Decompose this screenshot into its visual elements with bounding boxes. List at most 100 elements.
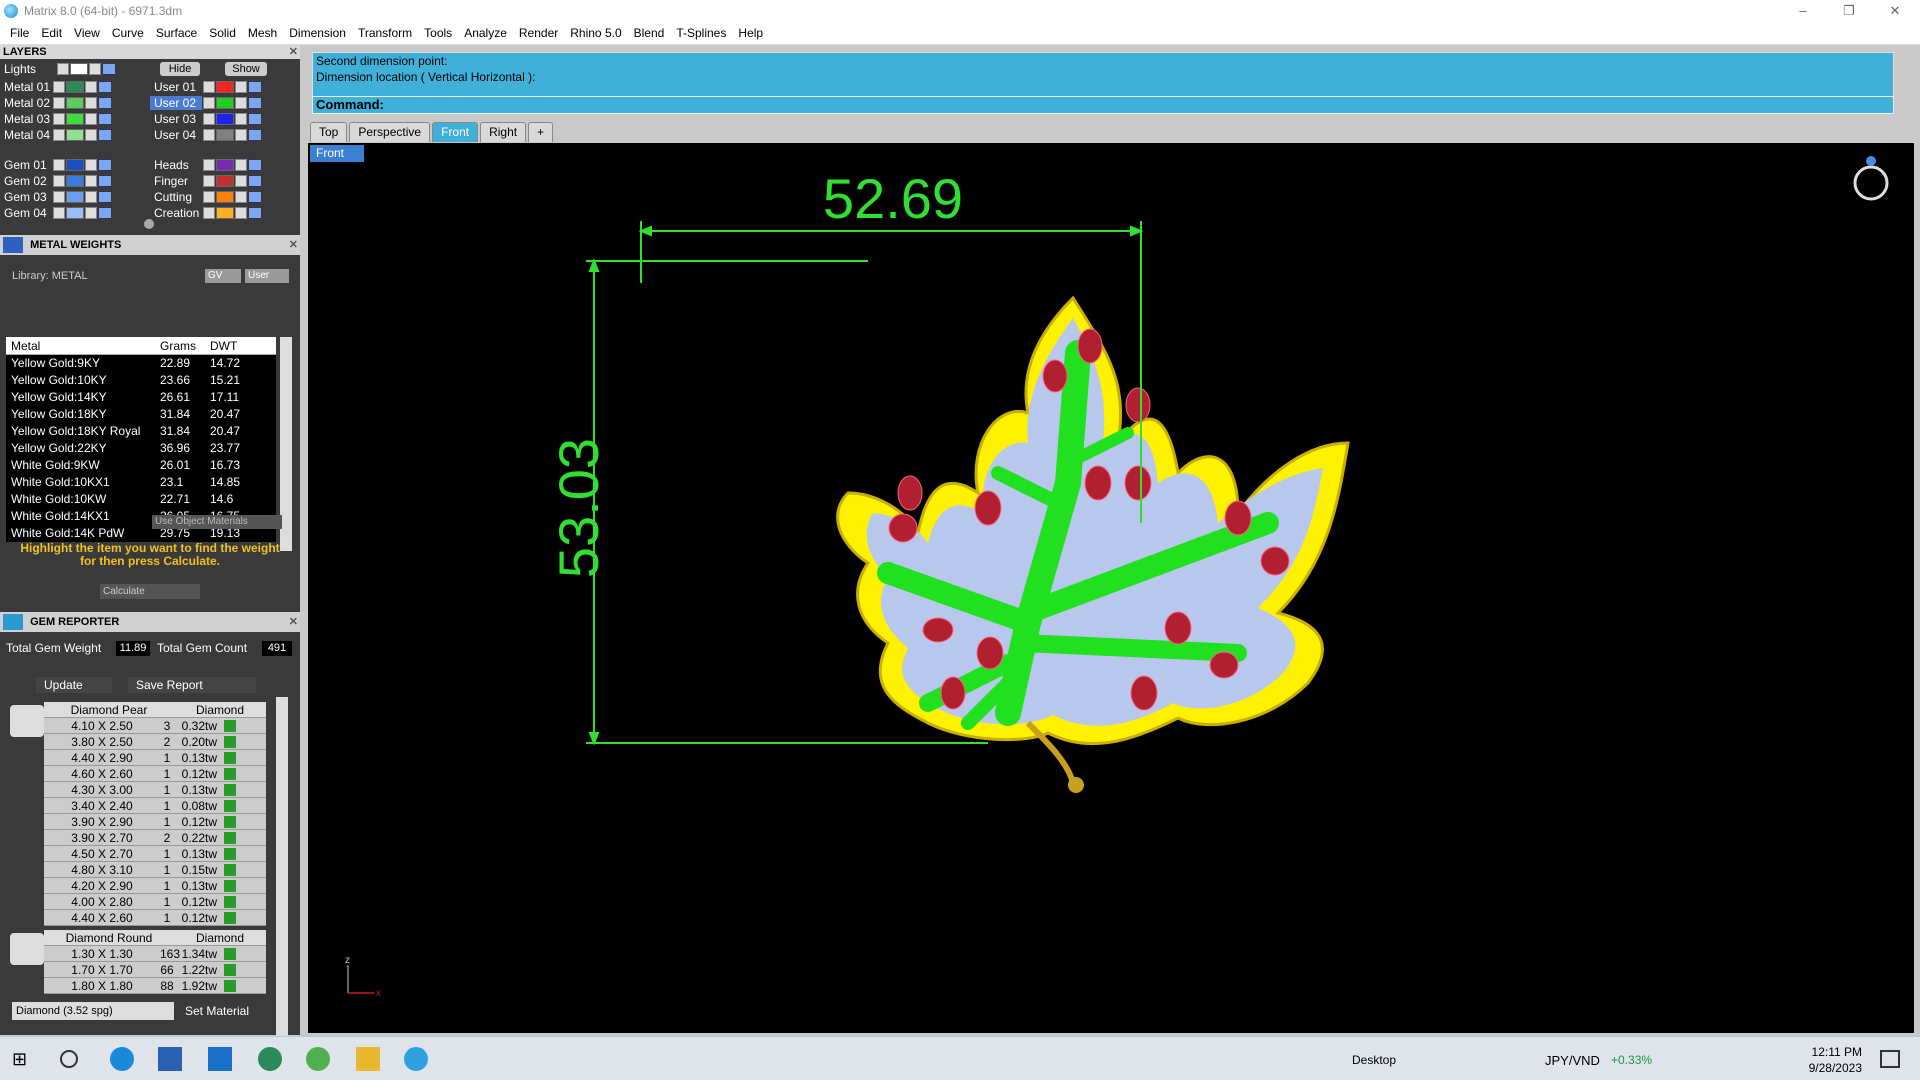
visibility-icon[interactable] [98, 97, 112, 109]
lock-icon[interactable] [235, 207, 247, 219]
layer-arrow-icon[interactable] [203, 81, 215, 93]
tab-top[interactable]: Top [310, 122, 348, 142]
minimize-button[interactable]: – [1780, 0, 1826, 21]
layer-row[interactable]: User 04 [150, 127, 262, 143]
table-row[interactable]: Yellow Gold:14KY 26.61 17.11 [6, 389, 276, 406]
visibility-icon[interactable] [98, 81, 112, 93]
layer-row[interactable]: Gem 01 [0, 157, 112, 173]
menu-surface[interactable]: Surface [150, 26, 203, 40]
layer-color-swatch[interactable] [66, 97, 84, 109]
table-row[interactable]: Yellow Gold:9KY 22.89 14.72 [6, 355, 276, 372]
layer-arrow-icon[interactable] [53, 159, 65, 171]
lights-swatch[interactable] [70, 63, 88, 75]
layer-name[interactable]: User 02 [150, 96, 202, 110]
gem-row[interactable]: 4.10 X 2.50 3 0.32tw [44, 718, 266, 734]
col-metal[interactable]: Metal [6, 337, 156, 354]
select-arrow-icon[interactable] [224, 896, 236, 908]
lock-icon[interactable] [235, 97, 247, 109]
gem-row[interactable]: 4.80 X 3.10 1 0.15tw [44, 862, 266, 878]
layer-arrow-icon[interactable] [203, 97, 215, 109]
close-button[interactable]: ✕ [1872, 0, 1918, 21]
lock-icon[interactable] [235, 129, 247, 141]
layer-arrow-icon[interactable] [53, 113, 65, 125]
update-button[interactable]: Update [36, 677, 112, 693]
layer-color-swatch[interactable] [66, 175, 84, 187]
visibility-icon[interactable] [98, 175, 112, 187]
lock-icon[interactable] [235, 175, 247, 187]
use-object-materials-toggle[interactable]: Use Object Materials [152, 515, 282, 529]
lock-icon[interactable] [235, 191, 247, 203]
table-row[interactable]: Yellow Gold:22KY 36.96 23.77 [6, 440, 276, 457]
menu-render[interactable]: Render [513, 26, 564, 40]
select-arrow-icon[interactable] [224, 720, 236, 732]
add-tab-button[interactable]: + [528, 122, 554, 142]
set-material-button[interactable]: Set Material [185, 1002, 280, 1020]
visibility-icon[interactable] [98, 207, 112, 219]
col-grams[interactable]: Grams [156, 337, 206, 354]
layer-arrow-icon[interactable] [203, 207, 215, 219]
lock-icon[interactable] [85, 159, 97, 171]
gem-row[interactable]: 4.60 X 2.60 1 0.12tw [44, 766, 266, 782]
layer-color-swatch[interactable] [66, 159, 84, 171]
lock-icon[interactable] [235, 113, 247, 125]
expand-icon[interactable] [144, 219, 154, 229]
layer-row[interactable]: Gem 02 [0, 173, 112, 189]
layer-color-swatch[interactable] [216, 159, 234, 171]
layer-arrow-icon[interactable] [53, 81, 65, 93]
layer-name[interactable]: Finger [150, 174, 202, 188]
layer-color-swatch[interactable] [216, 129, 234, 141]
lock-icon[interactable] [85, 129, 97, 141]
gem-row[interactable]: 4.40 X 2.60 1 0.12tw [44, 910, 266, 926]
layer-color-swatch[interactable] [216, 207, 234, 219]
gem-row[interactable]: 4.40 X 2.90 1 0.13tw [44, 750, 266, 766]
lock-icon[interactable] [89, 63, 101, 75]
select-arrow-icon[interactable] [224, 752, 236, 764]
table-row[interactable]: Yellow Gold:18KY 31.84 20.47 [6, 406, 276, 423]
layer-color-swatch[interactable] [66, 191, 84, 203]
gem-scrollbar[interactable] [276, 697, 288, 1037]
ring-icon[interactable] [1853, 156, 1889, 201]
layer-row[interactable]: Gem 04 [0, 205, 112, 221]
table-row[interactable]: Yellow Gold:10KY 23.66 15.21 [6, 372, 276, 389]
layer-name[interactable]: Gem 02 [0, 174, 52, 188]
layer-arrow-icon[interactable] [203, 175, 215, 187]
search-icon[interactable] [60, 1050, 78, 1068]
layer-name[interactable]: User 04 [150, 128, 202, 142]
layer-row[interactable]: Metal 01 [0, 79, 112, 95]
lock-icon[interactable] [85, 175, 97, 187]
select-arrow-icon[interactable] [224, 816, 236, 828]
layer-arrow-icon[interactable] [203, 159, 215, 171]
menu-dimension[interactable]: Dimension [283, 26, 352, 40]
layer-color-swatch[interactable] [66, 129, 84, 141]
table-row[interactable]: White Gold:9KW 26.01 16.73 [6, 457, 276, 474]
layer-name[interactable]: User 01 [150, 80, 202, 94]
gem-row[interactable]: 3.90 X 2.70 2 0.22tw [44, 830, 266, 846]
select-arrow-icon[interactable] [224, 768, 236, 780]
select-arrow-icon[interactable] [224, 880, 236, 892]
select-arrow-icon[interactable] [224, 964, 236, 976]
layer-arrow-icon[interactable] [203, 191, 215, 203]
select-arrow-icon[interactable] [224, 864, 236, 876]
layer-arrow-icon[interactable] [203, 129, 215, 141]
visibility-icon[interactable] [248, 207, 262, 219]
layer-color-swatch[interactable] [216, 113, 234, 125]
front-viewport[interactable]: Front 52.69 53.03 z x [308, 143, 1914, 1033]
lock-icon[interactable] [85, 113, 97, 125]
menu-help[interactable]: Help [732, 26, 769, 40]
layer-row[interactable]: Metal 03 [0, 111, 112, 127]
mail-icon[interactable] [208, 1047, 232, 1071]
lock-icon[interactable] [85, 207, 97, 219]
layer-arrow-icon[interactable] [53, 207, 65, 219]
hide-button[interactable]: Hide [160, 62, 200, 76]
lock-icon[interactable] [235, 159, 247, 171]
gem-row[interactable]: 4.20 X 2.90 1 0.13tw [44, 878, 266, 894]
select-arrow-icon[interactable] [224, 800, 236, 812]
visibility-icon[interactable] [98, 191, 112, 203]
menu-tools[interactable]: Tools [418, 26, 458, 40]
select-arrow-icon[interactable] [224, 948, 236, 960]
visibility-icon[interactable] [248, 113, 262, 125]
windows-start-icon[interactable]: ⊞ [12, 1047, 36, 1071]
layer-row[interactable]: User 01 [150, 79, 262, 95]
visibility-icon[interactable] [98, 113, 112, 125]
visibility-icon[interactable] [98, 159, 112, 171]
